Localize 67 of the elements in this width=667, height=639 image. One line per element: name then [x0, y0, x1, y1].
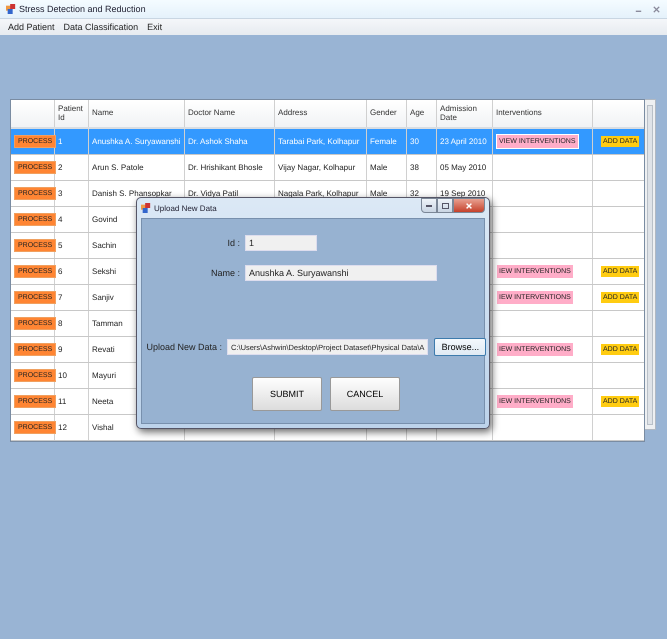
- table-cell: Sekshi: [92, 267, 116, 276]
- table-cell: Male: [370, 189, 388, 198]
- table-cell: 10: [58, 371, 67, 380]
- column-header: Admission Date: [440, 104, 478, 122]
- table-cell: Dr. Hrishikant Bhosle: [188, 163, 263, 172]
- field-label: Upload New Data :: [145, 342, 223, 352]
- table-cell: Nagala Park, Kolhapur: [278, 189, 358, 198]
- submit-button[interactable]: SUBMIT: [252, 377, 322, 411]
- column-header: Name: [92, 109, 114, 118]
- column-header: Address: [278, 109, 308, 118]
- table-cell: 12: [58, 423, 67, 432]
- table-cell: 19 Sep 2010: [440, 189, 486, 198]
- table-cell: Neeta: [92, 397, 114, 406]
- window-title: Stress Detection and Reduction: [19, 4, 146, 14]
- menu-item[interactable]: Data Classification: [64, 22, 138, 32]
- table-cell: Vishal: [92, 423, 114, 432]
- text-field[interactable]: Anushka A. Suryawanshi: [245, 265, 437, 281]
- table-cell: 05 May 2010: [440, 163, 486, 172]
- table-cell: 5: [58, 241, 62, 250]
- app-icon: [6, 4, 16, 14]
- maximize-button[interactable]: [437, 198, 453, 213]
- menu-item[interactable]: Add Patient: [8, 22, 55, 32]
- table-cell: Govind: [92, 215, 118, 224]
- table-cell: 11: [58, 397, 66, 406]
- table-cell: 2: [58, 163, 62, 172]
- table-cell: Sachin: [92, 241, 116, 250]
- table-cell: Arun S. Patole: [92, 163, 144, 172]
- table-cell: Male: [370, 163, 388, 172]
- column-header: Patient Id: [58, 104, 84, 122]
- menu-item[interactable]: Exit: [147, 22, 162, 32]
- table-cell: 4: [58, 215, 62, 224]
- table-cell: 1: [58, 137, 62, 146]
- table-cell: 7: [58, 293, 62, 302]
- table-cell: Mayuri: [92, 371, 116, 380]
- table-cell: Tarabai Park, Kolhapur: [278, 137, 360, 146]
- column-header: Age: [410, 109, 424, 118]
- table-cell: 38: [410, 163, 419, 172]
- column-header: Gender: [370, 109, 397, 118]
- table-cell: 3: [58, 189, 62, 198]
- column-header: Interventions: [496, 109, 542, 118]
- cancel-button[interactable]: CANCEL: [330, 377, 400, 411]
- table-cell: 8: [58, 319, 62, 328]
- column-header: Doctor Name: [188, 109, 236, 118]
- table-cell: 6: [58, 267, 62, 276]
- table-cell: Female: [370, 137, 397, 146]
- table-cell: Vijay Nagar, Kolhapur: [278, 163, 356, 172]
- table-cell: 9: [58, 345, 62, 354]
- text-field[interactable]: 1: [245, 235, 317, 251]
- browse-button[interactable]: Browse...: [434, 338, 486, 356]
- table-cell: Danish S. Phansopkar: [92, 189, 172, 198]
- table-cell: Dr. Ashok Shaha: [188, 137, 248, 146]
- table-cell: 30: [410, 137, 419, 146]
- close-icon: [465, 202, 473, 210]
- table-cell: Revati: [92, 345, 115, 354]
- table-cell: Anushka A. Suryawanshi: [92, 137, 180, 146]
- minimize-button[interactable]: [421, 198, 437, 213]
- scrollbar[interactable]: [645, 99, 656, 430]
- field-label: Id :: [226, 238, 241, 248]
- close-button[interactable]: [453, 198, 485, 213]
- table-cell: Dr. Vidya Patil: [188, 189, 238, 198]
- table-cell: 32: [410, 189, 419, 198]
- app-icon: [141, 203, 151, 213]
- table-cell: Tamman: [92, 319, 123, 328]
- field-label: Name :: [210, 268, 241, 278]
- close-icon[interactable]: [652, 4, 661, 14]
- table-cell: 23 April 2010: [440, 137, 487, 146]
- table-cell: Sanjiv: [92, 293, 114, 302]
